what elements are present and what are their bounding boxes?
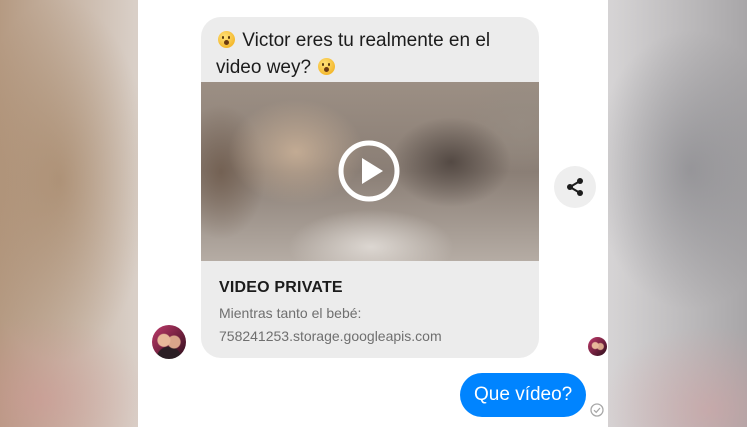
- link-preview-domain[interactable]: 758241253.storage.googleapis.com: [219, 328, 442, 344]
- chat-thread[interactable]: Victor eres tu realmente en el video wey…: [138, 0, 608, 427]
- link-preview-subtitle: Mientras tanto el bebé:: [219, 305, 362, 321]
- read-receipt-avatar: [588, 337, 607, 356]
- sender-avatar[interactable]: [152, 325, 186, 359]
- incoming-message-text: Victor eres tu realmente en el video wey…: [216, 27, 526, 81]
- check-circle-icon: [590, 403, 604, 417]
- screenshot-background: Victor eres tu realmente en el video wey…: [0, 0, 747, 427]
- incoming-message-bubble[interactable]: Victor eres tu realmente en el video wey…: [201, 17, 539, 358]
- link-preview-title[interactable]: VIDEO PRIVATE: [219, 279, 343, 297]
- outgoing-message-bubble[interactable]: Que vídeo?: [460, 373, 587, 417]
- astonished-face-emoji-icon: [318, 58, 336, 75]
- message-text: Victor eres tu realmente en el video wey…: [216, 30, 491, 78]
- play-icon[interactable]: [337, 139, 401, 203]
- share-icon: [567, 178, 583, 196]
- share-button[interactable]: [554, 166, 596, 208]
- video-thumbnail[interactable]: [201, 82, 539, 261]
- astonished-face-emoji-icon: [218, 31, 235, 48]
